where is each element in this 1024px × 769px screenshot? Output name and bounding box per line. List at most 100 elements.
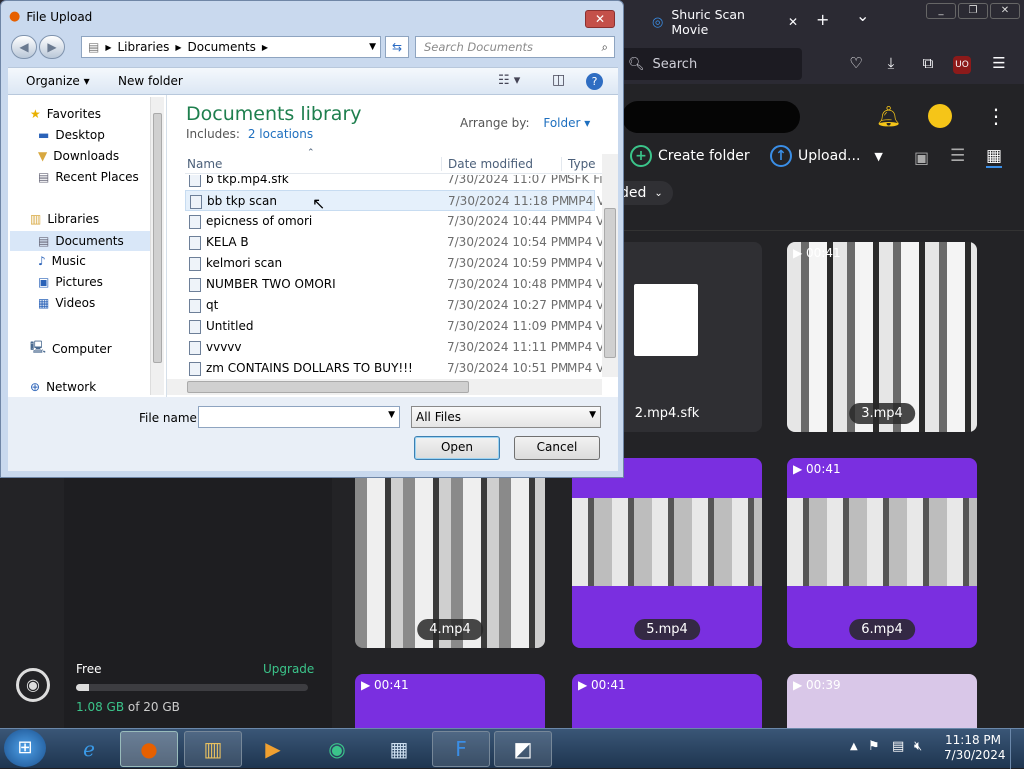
video-tile[interactable]: 4.mp4 <box>355 458 545 648</box>
close-tab-icon[interactable]: ✕ <box>788 15 798 29</box>
file-name-text: bb tkp scan <box>207 194 277 208</box>
address-bar[interactable]: ▤ ▶ Libraries ▶ Documents ▶ ▼ <box>81 36 381 58</box>
ublock-icon[interactable]: UO <box>953 56 971 74</box>
upgrade-link[interactable]: Upgrade <box>263 662 314 676</box>
open-button[interactable]: Open <box>414 436 500 460</box>
nav-desktop[interactable]: ▬ Desktop <box>38 128 105 142</box>
list-view-icon[interactable]: ☰ <box>950 146 965 166</box>
tile-name: 6.mp4 <box>849 619 915 640</box>
browser-search-bar[interactable]: 🔍︎ Search <box>620 48 802 80</box>
file-type-select[interactable]: All Files ▼ <box>411 406 601 428</box>
nav-computer[interactable]: 🖳︎ Computer <box>30 338 112 359</box>
address-dropdown-icon[interactable]: ▼ <box>369 42 376 52</box>
app-menu-icon[interactable]: ☰ <box>988 54 1010 76</box>
tile-name: 5.mp4 <box>634 619 700 640</box>
taskbar-media-center-icon[interactable]: ◉ <box>308 731 366 767</box>
create-folder-button[interactable]: + Create folder <box>630 145 750 167</box>
notifications-bell-icon[interactable]: 🔔︎ <box>876 104 901 128</box>
file-row[interactable]: b tkp.mp4.sfk 7/30/2024 11:07 PM SFK Fil <box>185 175 603 190</box>
nav-recent-places[interactable]: ▤ Recent Places <box>38 170 139 184</box>
chevron-down-icon[interactable]: ▼ <box>388 410 395 420</box>
nav-favorites[interactable]: ★ Favorites <box>30 107 101 121</box>
file-row[interactable]: bb tkp scan 7/30/2024 11:18 PM MP4 V <box>185 190 603 211</box>
preview-pane-icon[interactable]: ◫ <box>552 72 565 88</box>
grid-view-icon[interactable]: ▦ <box>986 146 1003 168</box>
gallery-view-icon[interactable]: ▣ <box>914 148 929 167</box>
taskbar-control-panel-icon[interactable]: ▦ <box>370 731 428 767</box>
video-tile[interactable]: ▶ 00:41 <box>572 674 762 728</box>
file-row[interactable]: zm CONTAINS DOLLARS TO BUY!!! 7/30/2024 1… <box>185 358 603 377</box>
nav-scrollbar[interactable] <box>150 97 164 395</box>
back-button[interactable]: ◀ <box>11 35 37 59</box>
video-tile[interactable]: ▶ 00:41 6.mp4 <box>787 458 977 648</box>
nav-music[interactable]: ♪ Music <box>38 254 86 268</box>
new-tab-button[interactable]: + <box>816 10 829 29</box>
upload-button[interactable]: ↑ Upload... ▼ <box>770 145 883 167</box>
horizontal-scrollbar[interactable] <box>167 379 602 395</box>
refresh-button[interactable]: ⇆ <box>385 36 409 58</box>
extensions-icon[interactable]: ⧉ <box>917 54 939 76</box>
list-tabs-button[interactable]: ⌄ <box>856 6 869 25</box>
taskbar-explorer-icon[interactable]: ▥ <box>184 731 242 767</box>
nav-documents[interactable]: ▤ Documents <box>10 231 150 251</box>
help-icon[interactable]: ? <box>586 73 603 90</box>
breadcrumb-documents[interactable]: Documents <box>187 40 255 54</box>
close-window-button[interactable]: ✕ <box>990 3 1020 19</box>
breadcrumb-libraries[interactable]: Libraries <box>118 40 170 54</box>
forward-button[interactable]: ▶ <box>39 35 65 59</box>
pocket-icon[interactable]: ♡ <box>845 54 867 76</box>
site-search-input[interactable] <box>622 101 800 133</box>
cancel-button[interactable]: Cancel <box>514 436 600 460</box>
vertical-scrollbar[interactable] <box>602 154 618 377</box>
browser-tab[interactable]: ◎ Shuric Scan Movie ✕ <box>642 7 798 37</box>
includes-locations-link[interactable]: 2 locations <box>248 127 313 141</box>
restore-window-button[interactable]: ❐ <box>958 3 988 19</box>
taskbar-video-editor-icon[interactable]: ◩ <box>494 731 552 767</box>
network-tray-icon[interactable]: ▤ <box>892 739 904 754</box>
file-name-cell: vvvvv <box>189 340 242 355</box>
nav-videos[interactable]: ▦ Videos <box>38 296 95 310</box>
file-row[interactable]: epicness of omori 7/30/2024 10:44 PM MP4 V <box>185 211 603 232</box>
taskbar-editor-icon[interactable]: F <box>432 731 490 767</box>
organize-button[interactable]: Organize ▾ <box>26 74 90 88</box>
nav-network[interactable]: ⊕ Network <box>30 380 96 394</box>
arrange-by-dropdown[interactable]: Folder ▾ <box>543 116 590 130</box>
column-date[interactable]: Date modified <box>441 157 533 171</box>
file-row[interactable]: kelmori scan 7/30/2024 10:59 PM MP4 V <box>185 253 603 274</box>
filter-chip[interactable]: ded ⌄ <box>620 181 673 205</box>
downloads-icon[interactable]: ⤓ <box>880 54 902 76</box>
nav-pictures[interactable]: ▣ Pictures <box>38 275 103 289</box>
minimize-window-button[interactable]: _ <box>926 3 956 19</box>
view-options-icon[interactable]: ☷ ▾ <box>498 73 520 88</box>
file-row[interactable]: NUMBER TWO OMORI 7/30/2024 10:48 PM MP4 V <box>185 274 603 295</box>
dialog-close-button[interactable]: ✕ <box>585 10 615 28</box>
taskbar-media-player-icon[interactable]: ▶ <box>244 731 302 767</box>
clock[interactable]: 11:18 PM 7/30/2024 <box>944 733 1006 763</box>
action-center-icon[interactable]: ⚑ <box>868 739 880 754</box>
video-tile[interactable]: ▶ 00:39 <box>787 674 977 728</box>
search-documents-input[interactable]: Search Documents ⌕ <box>415 36 615 58</box>
tray-expand-icon[interactable]: ▲ <box>850 741 858 752</box>
video-tile[interactable]: 5.mp4 <box>572 458 762 648</box>
file-row[interactable]: KELA B 7/30/2024 10:54 PM MP4 V <box>185 232 603 253</box>
file-row[interactable]: qt 7/30/2024 10:27 PM MP4 V <box>185 295 603 316</box>
column-type[interactable]: Type <box>561 157 596 171</box>
file-row[interactable]: Untitled 7/30/2024 11:09 PM MP4 V <box>185 316 603 337</box>
show-desktop-button[interactable] <box>1010 729 1024 769</box>
app-logo-icon[interactable]: ◉ <box>16 668 50 702</box>
start-button[interactable]: ⊞ <box>4 729 46 767</box>
file-row[interactable]: vvvvv 7/30/2024 11:11 PM MP4 V <box>185 337 603 358</box>
file-name-input[interactable]: ▼ <box>198 406 400 428</box>
avatar[interactable] <box>928 104 952 128</box>
video-tile[interactable]: ▶ 00:41 3.mp4 <box>787 242 977 432</box>
document-file-icon <box>634 284 698 356</box>
video-tile[interactable]: ▶ 00:41 <box>355 674 545 728</box>
more-menu-icon[interactable]: ⋮ <box>986 104 1006 128</box>
new-folder-button[interactable]: New folder <box>118 74 183 88</box>
taskbar-ie-icon[interactable]: ℯ <box>60 731 118 767</box>
volume-muted-icon[interactable]: 🔇︎ <box>914 739 922 754</box>
nav-downloads[interactable]: ▼ Downloads <box>38 149 119 163</box>
taskbar-firefox-icon[interactable]: ● <box>120 731 178 767</box>
nav-libraries[interactable]: ▥ Libraries <box>30 212 99 226</box>
column-name[interactable]: Name <box>187 157 222 171</box>
